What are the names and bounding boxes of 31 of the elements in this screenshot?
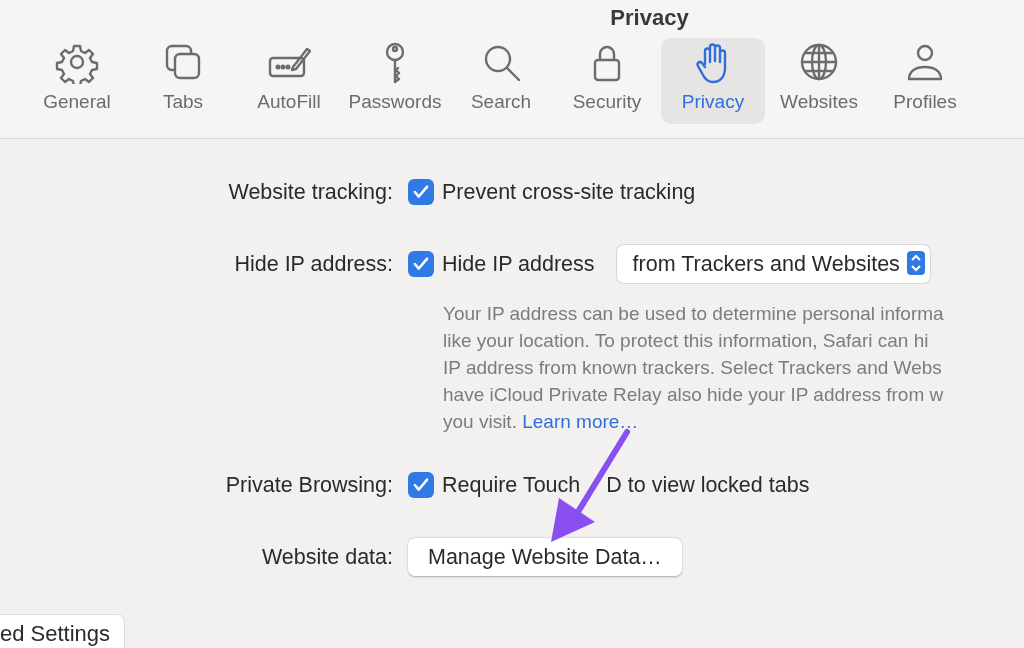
window-title: Privacy bbox=[609, 4, 690, 32]
checkbox-label[interactable]: Prevent cross-site tracking bbox=[442, 175, 696, 209]
checkbox-label[interactable]: Hide IP address bbox=[442, 247, 595, 281]
toolbar-tab[interactable]: Security bbox=[555, 38, 659, 124]
setting-label: Website tracking: bbox=[228, 178, 393, 206]
manage-website-data-button[interactable]: Manage Website Data… bbox=[408, 537, 682, 577]
checkbox-label[interactable]: Require Touch bbox=[442, 468, 581, 502]
setting-label: Private Browsing: bbox=[225, 471, 393, 499]
toolbar-tab[interactable]: Privacy bbox=[661, 38, 765, 124]
toolbar-tab[interactable]: Profiles bbox=[873, 38, 977, 124]
setting-label: Website data: bbox=[261, 543, 393, 571]
toolbar-tab[interactable]: Tabs bbox=[131, 38, 235, 124]
toolbar-tab[interactable]: General bbox=[25, 38, 129, 124]
stepper-icon bbox=[906, 250, 925, 275]
learn-more-link[interactable]: Learn more… bbox=[522, 411, 639, 432]
checkbox[interactable] bbox=[408, 251, 434, 277]
description-text: IP address from known trackers. Select Trackers and Webs bbox=[443, 357, 942, 378]
checkbox[interactable] bbox=[408, 472, 434, 498]
toolbar-tab[interactable]: Passwords bbox=[343, 38, 447, 124]
description-text: you visit. bbox=[443, 411, 517, 432]
checkbox-label[interactable]: D to view locked tabs bbox=[606, 468, 810, 502]
description-text: like your location. To protect this information, Safari can hi bbox=[443, 330, 929, 351]
description-text: Your IP address can be used to determine personal informa bbox=[443, 303, 944, 324]
toolbar-tab[interactable]: Search bbox=[449, 38, 553, 124]
toolbar-tab[interactable]: AutoFill bbox=[237, 38, 341, 124]
checkbox[interactable] bbox=[408, 179, 434, 205]
toolbar-tab[interactable]: Websites bbox=[767, 38, 871, 124]
popup-menu[interactable]: from Trackers and Websites bbox=[616, 244, 930, 284]
settings-button[interactable]: ed Settings bbox=[0, 614, 126, 648]
setting-label: Hide IP address: bbox=[234, 250, 393, 278]
description-text: have iCloud Private Relay also hide your IP address from w bbox=[443, 384, 944, 405]
